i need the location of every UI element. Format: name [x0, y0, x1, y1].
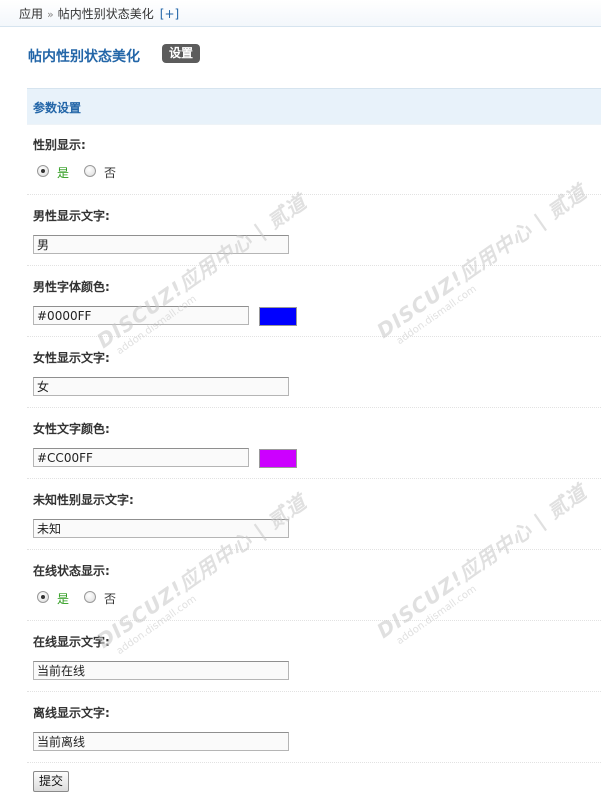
female-color-input[interactable] [33, 448, 249, 467]
gender-display-yes-radio[interactable] [37, 165, 49, 177]
female-text-label: 女性显示文字: [33, 351, 110, 365]
female-color-swatch[interactable] [259, 449, 297, 468]
online-display-no-label[interactable]: 否 [104, 590, 116, 607]
female-text-input[interactable] [33, 377, 289, 396]
gender-display-row: 性别显示: 是 否 [27, 124, 601, 195]
breadcrumb-bar: 应用 » 帖内性别状态美化 [+] [0, 0, 601, 27]
male-text-input[interactable] [33, 235, 289, 254]
online-text-input[interactable] [33, 661, 289, 680]
page-title: 帖内性别状态美化 [28, 49, 140, 65]
female-text-row: 女性显示文字: [27, 337, 601, 408]
section-title: 参数设置 [33, 101, 82, 115]
section-header: 参数设置 [27, 88, 601, 125]
online-display-yes-label[interactable]: 是 [57, 590, 69, 607]
online-display-no-radio[interactable] [84, 591, 96, 603]
online-display-radio-group: 是 否 [37, 591, 137, 607]
gender-display-no-label[interactable]: 否 [104, 164, 116, 181]
online-text-row: 在线显示文字: [27, 621, 601, 692]
male-color-label: 男性字体颜色: [33, 280, 110, 294]
unknown-text-label: 未知性别显示文字: [33, 493, 134, 507]
female-color-label: 女性文字颜色: [33, 422, 110, 436]
male-color-input[interactable] [33, 306, 249, 325]
breadcrumb: 应用 » 帖内性别状态美化 [+] [19, 5, 179, 22]
breadcrumb-current: 帖内性别状态美化 [57, 7, 154, 21]
settings-tab-button[interactable]: 设置 [162, 44, 200, 63]
gender-display-radio-group: 是 否 [37, 165, 137, 181]
add-shortcut-link[interactable]: [+] [160, 7, 179, 21]
male-color-swatch[interactable] [259, 307, 297, 326]
online-display-row: 在线状态显示: 是 否 [27, 550, 601, 621]
online-text-label: 在线显示文字: [33, 635, 110, 649]
male-text-row: 男性显示文字: [27, 195, 601, 266]
offline-text-row: 离线显示文字: [27, 692, 601, 763]
male-color-row: 男性字体颜色: [27, 266, 601, 337]
gender-display-yes-label[interactable]: 是 [57, 164, 69, 181]
online-display-yes-radio[interactable] [37, 591, 49, 603]
female-color-row: 女性文字颜色: [27, 408, 601, 479]
online-display-label: 在线状态显示: [33, 564, 110, 578]
submit-button[interactable]: 提交 [33, 771, 69, 792]
offline-text-input[interactable] [33, 732, 289, 751]
gender-display-label: 性别显示: [33, 138, 86, 152]
unknown-text-row: 未知性别显示文字: [27, 479, 601, 550]
gender-display-no-radio[interactable] [84, 165, 96, 177]
offline-text-label: 离线显示文字: [33, 706, 110, 720]
breadcrumb-separator: » [47, 8, 54, 21]
breadcrumb-root-link[interactable]: 应用 [19, 7, 43, 21]
male-text-label: 男性显示文字: [33, 209, 110, 223]
unknown-text-input[interactable] [33, 519, 289, 538]
